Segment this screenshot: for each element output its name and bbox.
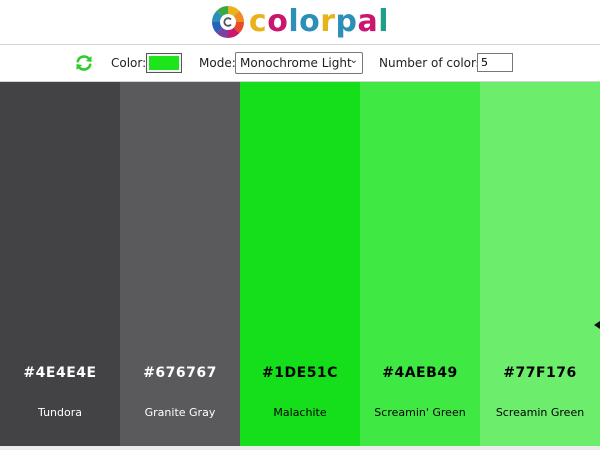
- color-swatch[interactable]: #4AEB49 Screamin' Green: [360, 82, 480, 446]
- logo-letter: r: [320, 4, 336, 39]
- color-swatch[interactable]: #4E4E4E Tundora: [0, 82, 120, 446]
- logo-letter: l: [378, 4, 390, 39]
- logo-letter: o: [267, 4, 289, 39]
- swatch-hex-code[interactable]: #4AEB49: [360, 365, 480, 381]
- swatch-hex-code[interactable]: #1DE51C: [240, 365, 360, 381]
- color-swatch[interactable]: #77F176 Screamin Green: [480, 82, 600, 446]
- color-picker[interactable]: [146, 53, 182, 73]
- mode-label: Mode:: [199, 56, 236, 70]
- swatch-color-name: Screamin' Green: [374, 406, 466, 419]
- swatch-color-name: Granite Gray: [144, 406, 216, 419]
- mouse-cursor-icon: [594, 321, 600, 329]
- swatch-hex-code[interactable]: #676767: [120, 365, 240, 381]
- swatch-hex-code[interactable]: #77F176: [480, 365, 600, 381]
- number-of-colors-input[interactable]: [477, 53, 513, 72]
- color-picker-fill: [149, 56, 179, 70]
- number-of-colors-label: Number of colors:: [379, 56, 487, 70]
- bottom-strip: [0, 446, 600, 450]
- swatch-hex-code[interactable]: #4E4E4E: [0, 365, 120, 381]
- mode-select-value: Monochrome Light: [240, 56, 352, 70]
- color-label: Color:: [111, 56, 147, 70]
- color-swatch[interactable]: #676767 Granite Gray: [120, 82, 240, 446]
- logo-letter: l: [288, 4, 300, 39]
- colorpal-logo[interactable]: colorpal: [211, 5, 389, 39]
- swatch-color-name: Screamin Green: [495, 406, 585, 419]
- chevron-down-icon: ⌄: [349, 55, 358, 66]
- controls-toolbar: Color: Mode: Monochrome Light ⌄ Number o…: [0, 44, 600, 82]
- logo-letter: o: [299, 4, 321, 39]
- logo-letter: a: [357, 4, 379, 39]
- color-palette: #4E4E4E Tundora #676767 Granite Gray #1DE51C…: [0, 82, 600, 446]
- logo-letter: c: [248, 4, 268, 39]
- swatch-color-name: Tundora: [38, 406, 82, 419]
- color-swatch[interactable]: #1DE51C Malachite: [240, 82, 360, 446]
- mode-select[interactable]: Monochrome Light ⌄: [235, 52, 363, 74]
- color-wheel-icon: [211, 6, 244, 38]
- logo-letter: p: [335, 4, 358, 39]
- refresh-icon[interactable]: [74, 53, 94, 73]
- logo-wordmark: colorpal: [249, 7, 389, 37]
- swatch-color-name: Malachite: [273, 406, 327, 419]
- app-header: colorpal: [0, 0, 600, 44]
